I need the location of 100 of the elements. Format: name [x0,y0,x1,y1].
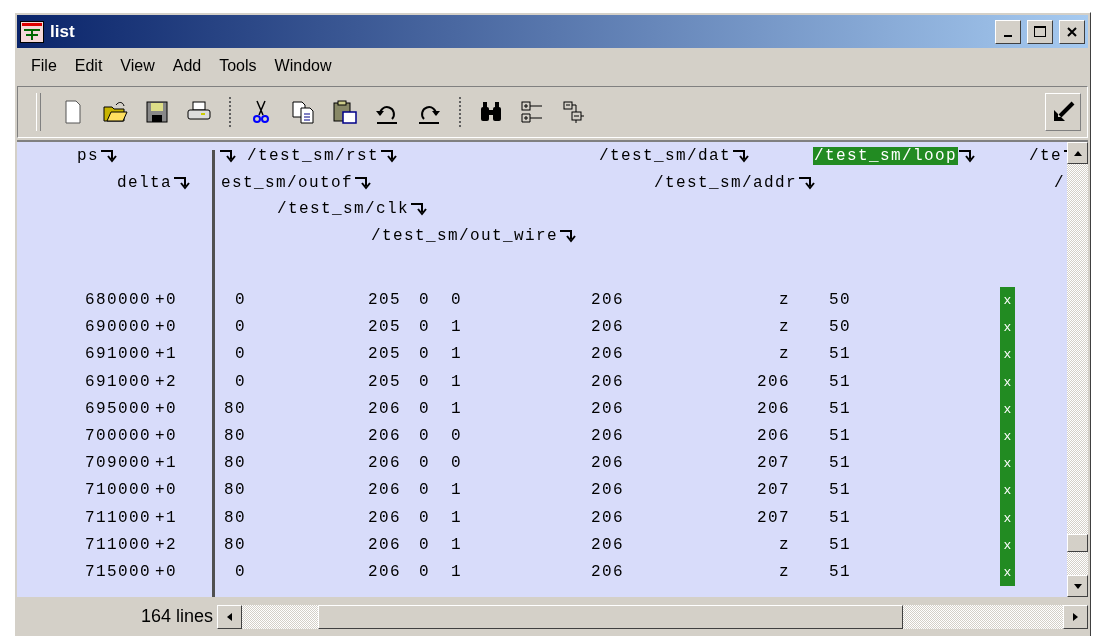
column-header[interactable]: /te [1028,147,1063,166]
scroll-thumb[interactable] [1067,533,1088,552]
table-cell-text: +0 [154,561,177,583]
table-cell-text: 206 [367,398,401,420]
table-cell-text: 206 [367,453,401,475]
scroll-up-button[interactable] [1067,142,1088,164]
table-cell-text: 690000 [84,317,151,339]
table-cell-text: 711000 [84,534,151,556]
table-cell-text: 207 [756,453,790,475]
table-cell-text: 205 [367,317,401,339]
table-cell-text: 0 [418,480,430,502]
maximize-icon [1033,24,1047,39]
table-cell: x [1000,395,1015,423]
table-cell-text: 0 [234,317,246,339]
minimize-icon [1004,34,1012,37]
table-cell-text: 0 [418,534,430,556]
table-cell-text: +0 [154,480,177,502]
dock-button[interactable] [1045,93,1081,131]
table-cell-text: 205 [367,371,401,393]
table-cell-text: 206 [590,425,624,447]
table-cell-text: 0 [418,453,430,475]
column-header[interactable]: /test_sm/addr [653,173,799,192]
column-header[interactable]: / [1053,173,1066,192]
table-cell-text: 0 [418,317,430,339]
bent-arrow-icon [100,149,120,164]
column-header[interactable]: /test_sm/loop [813,147,959,166]
column-header[interactable]: ps [76,147,100,166]
table-cell-text: 700000 [84,425,151,447]
column-header[interactable]: delta [116,173,173,192]
bent-arrow-icon [173,175,193,190]
close-button[interactable] [1059,19,1085,44]
menu-item[interactable]: Tools [211,55,265,77]
table-cell: x [1000,504,1015,532]
maximize-button[interactable] [1027,19,1053,44]
table-cell-text: z [778,561,790,583]
table-cell: x [1000,477,1015,505]
up-triangle-icon [1073,150,1082,156]
menu-item[interactable]: File [23,55,65,77]
table-cell-text: +0 [154,290,177,311]
line-count: 164 lines [139,606,214,627]
horizontal-scrollbar[interactable] [217,604,1088,629]
table-cell-text: +1 [154,344,177,366]
table-cell-text: +2 [154,534,177,556]
down-triangle-icon [1073,583,1082,589]
menu-item[interactable]: Edit [66,55,111,77]
table-cell-text: z [778,344,790,366]
table-cell: x [1000,531,1015,559]
table-cell-text: 1 [450,480,462,502]
table-cell-text: 80 [223,398,246,420]
scroll-thumb[interactable] [317,604,903,629]
scroll-down-button[interactable] [1067,575,1088,597]
table-cell-text: 206 [367,534,401,556]
table-cell-text: +1 [154,453,177,475]
table-cell-text: 1 [450,534,462,556]
table-cell-text: 1 [450,344,462,366]
table-cell-text: 207 [756,480,790,502]
table-cell-text: 0 [450,425,462,447]
column-header[interactable]: /test_sm/dat [598,147,733,166]
table-cell-text: 1 [450,398,462,420]
table-cell-text: z [778,290,790,311]
table-cell-text: 80 [223,480,246,502]
table-cell-text: 80 [223,507,246,529]
table-cell-text: 0 [418,344,430,366]
table-cell-text: 0 [450,290,462,311]
table-cell-text: 80 [223,453,246,475]
menu-item[interactable]: View [112,55,163,77]
table-cell-text: 51 [828,453,851,475]
table-cell-text: 206 [590,344,624,366]
column-header[interactable]: /test_sm/rst [246,147,381,166]
table-cell-text: +0 [154,398,177,420]
table-cell-text: 710000 [84,480,151,502]
table-cell-text: 0 [234,561,246,583]
arrow-icon [1051,100,1075,124]
menu-item[interactable]: Window [266,55,340,77]
table-cell-text: 50 [828,317,851,339]
table-cell-text: 206 [367,480,401,502]
minimize-button[interactable] [995,19,1021,44]
table-cell: x [1000,558,1015,587]
table-cell-text: 680000 [84,290,151,311]
table-cell-text: 206 [590,534,624,556]
table-cell-text: 715000 [84,561,151,583]
table-cell-text: 51 [828,561,851,583]
column-header[interactable]: /test_sm/clk [276,200,411,219]
table-cell-text: 206 [590,453,624,475]
scroll-right-button[interactable] [1063,604,1088,629]
table-cell-text: 1 [450,371,462,393]
table-cell-text: 691000 [84,344,151,366]
table-cell-text: +0 [154,317,177,339]
table-cell-text: 206 [367,507,401,529]
column-header[interactable]: est_sm/outof [220,173,355,192]
menu-item[interactable]: Add [164,55,210,77]
table-cell-text: 207 [756,507,790,529]
scroll-left-button[interactable] [217,604,242,629]
table-cell: x [1000,422,1015,451]
close-icon [1066,25,1078,38]
bent-arrow-icon [219,149,239,164]
table-cell-text: 0 [418,561,430,583]
table-cell-text: 0 [418,290,430,311]
vertical-scrollbar[interactable] [1067,142,1088,597]
column-header[interactable]: /test_sm/out_wire [370,227,560,246]
